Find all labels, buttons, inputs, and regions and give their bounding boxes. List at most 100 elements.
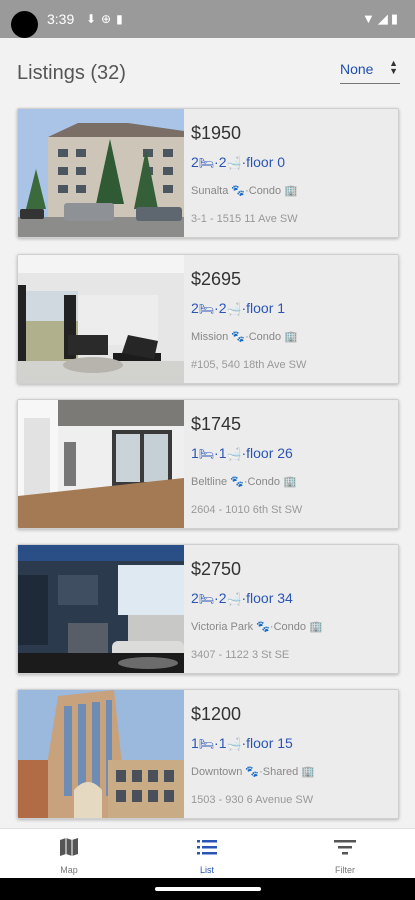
building-icon: 🏢 — [283, 476, 297, 488]
property-type: Condo — [273, 621, 307, 633]
listing-price: $1745 — [191, 414, 242, 434]
beds-count: 1 — [191, 735, 199, 751]
home-gesture-handle[interactable] — [155, 887, 261, 891]
gesture-bar — [0, 878, 415, 900]
bath-icon: 🛁 — [226, 592, 242, 606]
paw-icon: 🐾 — [230, 476, 244, 488]
listing-card[interactable]: $1745 1🛏·1🛁·floor 26 Beltline 🐾·Condo 🏢 … — [17, 399, 399, 529]
nav-map-label: Map — [60, 865, 78, 875]
baths-count: 1 — [218, 445, 227, 461]
beds-count: 1 — [191, 445, 199, 461]
building-icon: 🏢 — [284, 185, 298, 197]
listing-card[interactable]: $1950 2🛏·2🛁·floor 0 Sunalta 🐾·Condo 🏢 3-… — [17, 108, 399, 238]
listing-specs: 2🛏·2🛁·floor 0 — [191, 154, 286, 170]
floor-level: floor 26 — [246, 445, 293, 461]
bath-icon: 🛁 — [226, 737, 242, 751]
property-type: Condo — [248, 331, 282, 343]
baths-count: 2 — [218, 154, 227, 170]
listing-address: 3407 - 1122 3 St SE — [191, 649, 290, 661]
listing-info: $2750 2🛏·2🛁·floor 34 Victoria Park 🐾·Con… — [184, 545, 398, 673]
paw-icon: 🐾 — [256, 621, 270, 633]
nav-list-label: List — [199, 865, 214, 875]
bottom-nav: Map List Filter — [0, 828, 415, 878]
status-time: 3:39 — [47, 11, 75, 27]
paw-icon: 🐾 — [231, 331, 246, 343]
listing-location: Sunalta 🐾·Condo 🏢 — [191, 185, 298, 197]
beds-count: 2 — [191, 300, 199, 316]
listing-address: 3-1 - 1515 11 Ave SW — [191, 213, 298, 225]
neighbourhood: Sunalta — [191, 185, 229, 197]
listing-photo — [18, 545, 184, 673]
listing-info: $1745 1🛏·1🛁·floor 26 Beltline 🐾·Condo 🏢 … — [184, 400, 398, 528]
bed-icon: 🛏 — [198, 592, 215, 606]
listing-list[interactable]: $1950 2🛏·2🛁·floor 0 Sunalta 🐾·Condo 🏢 3-… — [0, 106, 415, 828]
filter-icon — [276, 835, 414, 865]
listing-card[interactable]: $2750 2🛏·2🛁·floor 34 Victoria Park 🐾·Con… — [17, 544, 399, 674]
listing-price: $2695 — [191, 269, 242, 289]
listing-card[interactable]: $2695 2🛏·2🛁·floor 1 Mission 🐾·Condo 🏢 #1… — [17, 254, 399, 384]
listing-price: $1950 — [191, 123, 242, 143]
listing-specs: 2🛏·2🛁·floor 34 — [191, 590, 293, 606]
floor-level: floor 34 — [246, 590, 293, 606]
bath-icon: 🛁 — [226, 156, 242, 170]
neighbourhood: Mission — [191, 331, 229, 343]
baths-count: 2 — [218, 590, 227, 606]
listing-location: Mission 🐾·Condo 🏢 — [191, 331, 298, 343]
listing-specs: 2🛏·2🛁·floor 1 — [191, 300, 286, 316]
building-icon: 🏢 — [301, 766, 316, 778]
listing-specs: 1🛏·1🛁·floor 15 — [191, 735, 293, 751]
bath-icon: 🛁 — [226, 302, 242, 316]
listing-location: Beltline 🐾·Condo 🏢 — [191, 476, 297, 488]
sort-arrows-icon: ▲ ▼ — [389, 58, 398, 76]
listing-price: $2750 — [191, 559, 242, 579]
listing-address: 1503 - 930 6 Avenue SW — [191, 794, 314, 806]
listing-info: $1200 1🛏·1🛁·floor 15 Downtown 🐾·Shared 🏢… — [184, 690, 398, 818]
bed-icon: 🛏 — [198, 447, 215, 461]
listing-location: Victoria Park 🐾·Condo 🏢 — [191, 621, 323, 633]
listing-card[interactable]: $1200 1🛏·1🛁·floor 15 Downtown 🐾·Shared 🏢… — [17, 689, 399, 819]
bath-icon: 🛁 — [226, 447, 242, 461]
nav-list[interactable]: List — [138, 829, 276, 879]
baths-count: 2 — [218, 300, 227, 316]
map-icon — [0, 835, 138, 865]
list-icon — [138, 835, 276, 865]
building-icon: 🏢 — [309, 621, 323, 633]
neighbourhood: Victoria Park — [191, 621, 254, 633]
listing-photo — [18, 400, 184, 528]
paw-icon: 🐾 — [231, 185, 246, 197]
bed-icon: 🛏 — [198, 302, 215, 316]
listing-info: $1950 2🛏·2🛁·floor 0 Sunalta 🐾·Condo 🏢 3-… — [184, 109, 398, 237]
property-type: Condo — [248, 185, 282, 197]
property-type: Shared — [262, 766, 299, 778]
listing-photo — [18, 690, 184, 818]
baths-count: 1 — [218, 735, 227, 751]
beds-count: 2 — [191, 590, 199, 606]
paw-icon: 🐾 — [245, 766, 260, 778]
sort-select[interactable]: None ▲ ▼ — [340, 58, 400, 84]
bed-icon: 🛏 — [198, 156, 215, 170]
status-bar: 3:39 ⬇⊕▮ ▼◢▮ — [0, 0, 415, 38]
listing-photo — [18, 255, 184, 383]
listing-specs: 1🛏·1🛁·floor 26 — [191, 445, 293, 461]
listing-photo — [18, 109, 184, 237]
header: Listings (32) None ▲ ▼ — [0, 38, 415, 106]
page-title: Listings (32) — [17, 62, 126, 84]
nav-filter[interactable]: Filter — [276, 829, 414, 879]
floor-level: floor 1 — [246, 300, 286, 316]
listing-location: Downtown 🐾·Shared 🏢 — [191, 766, 316, 778]
neighbourhood: Beltline — [191, 476, 228, 488]
listing-address: #105, 540 18th Ave SW — [191, 359, 307, 371]
property-type: Condo — [247, 476, 280, 488]
listing-address: 2604 - 1010 6th St SW — [191, 504, 303, 516]
listing-info: $2695 2🛏·2🛁·floor 1 Mission 🐾·Condo 🏢 #1… — [184, 255, 398, 383]
signal-battery-icons: ▼◢▮ — [361, 11, 401, 26]
beds-count: 2 — [191, 154, 199, 170]
neighbourhood: Downtown — [191, 766, 243, 778]
camera-cutout — [11, 11, 38, 38]
building-icon: 🏢 — [284, 331, 298, 343]
listing-price: $1200 — [191, 704, 242, 724]
nav-filter-label: Filter — [335, 865, 355, 875]
floor-level: floor 0 — [246, 154, 286, 170]
nav-map[interactable]: Map — [0, 829, 138, 879]
sort-selected-value: None — [340, 61, 374, 77]
